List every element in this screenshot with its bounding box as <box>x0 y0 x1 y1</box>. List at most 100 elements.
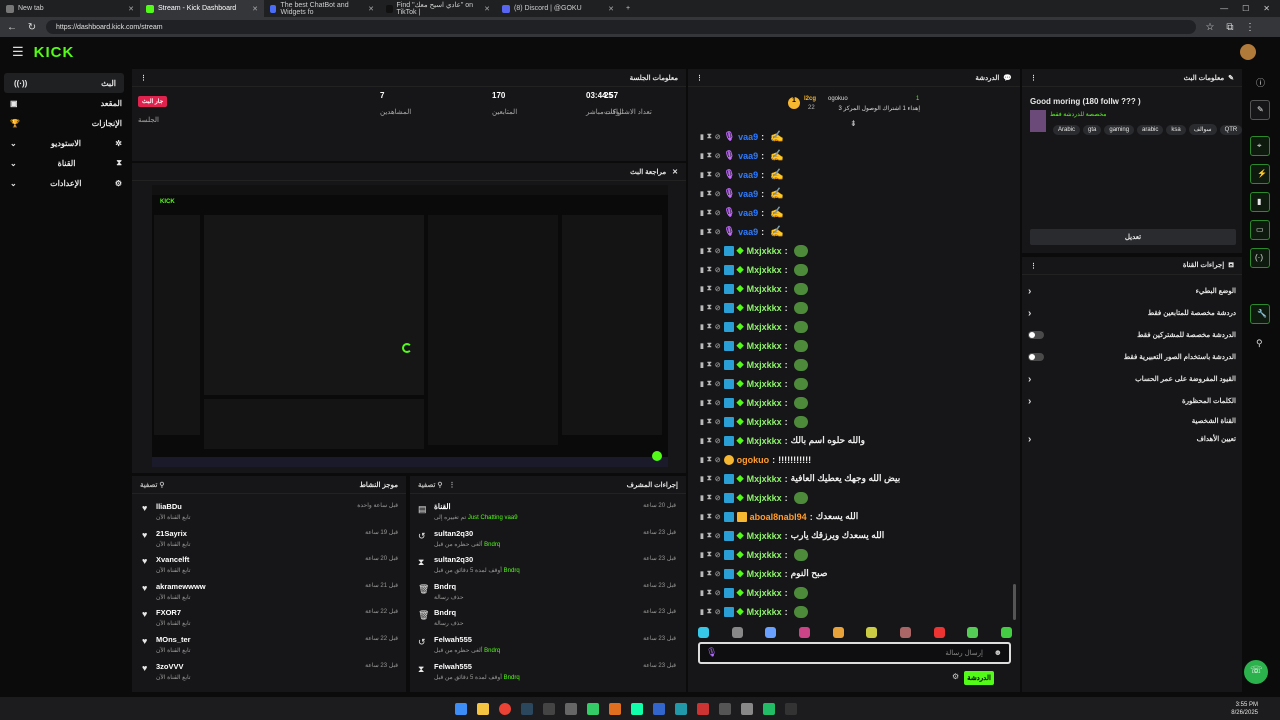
ban-icon[interactable]: ⊘ <box>715 266 721 274</box>
pin-msg-icon[interactable]: ▮ <box>700 342 704 350</box>
pin-msg-icon[interactable]: ▮ <box>700 532 704 540</box>
stream-tag[interactable]: Arabic <box>1053 125 1081 135</box>
ban-icon[interactable]: ⊘ <box>715 228 721 236</box>
ban-icon[interactable]: ⊘ <box>715 437 721 445</box>
channel-option[interactable]: › تعيين الأهداف <box>1028 429 1236 449</box>
chat-message[interactable]: ▮ ⧗ ⊘ ◆ Mxjxkkx: <box>700 412 808 431</box>
ban-icon[interactable]: ⊘ <box>715 551 721 559</box>
rail-button-2[interactable]: ⚡ <box>1250 164 1270 184</box>
ban-icon[interactable]: ⊘ <box>715 361 721 369</box>
emote-shortcut-icon[interactable] <box>698 627 709 638</box>
timeout-icon[interactable]: ⧗ <box>707 532 712 540</box>
steam-icon[interactable] <box>521 702 533 715</box>
chat-username[interactable]: vaa9 <box>738 170 758 180</box>
ban-icon[interactable]: ⊘ <box>715 532 721 540</box>
mod-action-item[interactable]: ⧗ Felwah555 أوقف لمدة 5 دقائق من قبل Bnd… <box>418 662 676 688</box>
activity-item[interactable]: ♥ MOns_ter تابع القناة الآن قبل 22 ساعة <box>142 635 398 661</box>
share-icon[interactable]: ⚲ <box>1256 338 1263 349</box>
timeout-icon[interactable]: ⧗ <box>707 494 712 502</box>
app-icon-1[interactable] <box>543 702 555 715</box>
activity-item[interactable]: ♥ Xvancelft تابع القناة الآن قبل 20 ساعة <box>142 555 398 581</box>
app-icon-5[interactable] <box>631 702 643 715</box>
chat-username[interactable]: Mxjxkkx <box>747 398 782 408</box>
chat-username[interactable]: Mxjxkkx <box>747 379 782 389</box>
ban-icon[interactable]: ⊘ <box>715 399 721 407</box>
stream-tag[interactable]: سوالف <box>1188 124 1217 135</box>
emote-shortcut-icon[interactable] <box>866 627 878 638</box>
chat-username[interactable]: Mxjxkkx <box>747 550 782 560</box>
channel-option[interactable]: › القيود المفروضة على عمر الحساب <box>1028 369 1236 389</box>
browser-tab-discord[interactable]: (8) Discord | @GOKU ✕ <box>496 0 620 17</box>
pin-msg-icon[interactable]: ▮ <box>700 589 704 597</box>
pin-msg-icon[interactable]: ▮ <box>700 247 704 255</box>
pin-msg-icon[interactable]: ▮ <box>700 380 704 388</box>
pencil-rail-button[interactable]: ✎ <box>1250 100 1270 120</box>
pin-msg-icon[interactable]: ▮ <box>700 228 704 236</box>
ban-icon[interactable]: ⊘ <box>715 380 721 388</box>
chat-message[interactable]: ▮ ⧗ ⊘ ◆ Mxjxkkx: الله يسعدك ويرزقك يارب <box>700 526 884 545</box>
pin-msg-icon[interactable]: ▮ <box>700 152 704 160</box>
channel-option[interactable]: › الكلمات المحظورة <box>1028 391 1236 411</box>
stream-tag[interactable]: gaming <box>1104 125 1135 135</box>
chat-message[interactable]: ▮ ⧗ ⊘ ◆ Mxjxkkx: <box>700 317 808 336</box>
mod-action-item[interactable]: ↺ sultan2q30 ألغى حظره من قبل Bndrq قبل … <box>418 529 676 555</box>
pin-msg-icon[interactable]: ▮ <box>700 513 704 521</box>
channel-option[interactable]: القناة الشخصية <box>1028 411 1236 431</box>
ban-icon[interactable]: ⊘ <box>715 494 721 502</box>
send-chat-button[interactable]: الدردشة <box>964 671 994 685</box>
pin-msg-icon[interactable]: ▮ <box>700 323 704 331</box>
emote-shortcut-icon[interactable] <box>731 627 743 638</box>
star-icon[interactable]: ☆ <box>1204 22 1216 33</box>
emote-shortcut-icon[interactable] <box>933 627 945 638</box>
sidebar-item-achievements[interactable]: الإنجازات 🏆 <box>0 113 130 133</box>
rail-button-1[interactable]: ⌖ <box>1250 136 1270 156</box>
sidebar-item-settings[interactable]: ⌄ الإعدادات ⚙ <box>0 173 130 193</box>
option-toggle[interactable] <box>1028 353 1044 361</box>
timeout-icon[interactable]: ⧗ <box>707 323 712 331</box>
timeout-icon[interactable]: ⧗ <box>707 608 712 616</box>
timeout-icon[interactable]: ⧗ <box>707 247 712 255</box>
browser-tab-tiktok[interactable]: Find "عادي اسيح معك" on TikTok | ✕ <box>380 0 496 17</box>
more-icon[interactable]: ⋮ <box>696 74 703 82</box>
ban-icon[interactable]: ⊘ <box>715 418 721 426</box>
maximize-icon[interactable]: ☐ <box>1242 4 1249 13</box>
pin-msg-icon[interactable]: ▮ <box>700 570 704 578</box>
taskbar-clock[interactable]: 3:55 PM 8/26/2025 <box>1231 701 1258 717</box>
ban-icon[interactable]: ⊘ <box>715 342 721 350</box>
app-icon-9[interactable] <box>719 702 731 715</box>
chat-message[interactable]: ▮ ⧗ ⊘ ◆ Mxjxkkx: <box>700 260 808 279</box>
kick-logo[interactable]: KICK <box>34 44 75 61</box>
close-window-icon[interactable]: ✕ <box>1263 4 1270 13</box>
pin-msg-icon[interactable]: ▮ <box>700 418 704 426</box>
stream-tag[interactable]: gta <box>1083 125 1102 135</box>
timeout-icon[interactable]: ⧗ <box>707 513 712 521</box>
ban-icon[interactable]: ⊘ <box>715 456 721 464</box>
sidebar-item-studio[interactable]: ⌄ الاستوديو ✲ <box>0 133 130 153</box>
chat-username[interactable]: aboal8nabl94 <box>750 512 807 522</box>
pin-msg-icon[interactable]: ▮ <box>700 209 704 217</box>
chat-message[interactable]: ▮ ⧗ ⊘ ◆ Mxjxkkx: بيض الله وجهك يعطيك الع… <box>700 469 900 488</box>
stream-tag[interactable]: arabic <box>1137 125 1164 135</box>
timeout-icon[interactable]: ⧗ <box>707 228 712 236</box>
chat-message[interactable]: ▮ ⧗ ⊘ ◆ Mxjxkkx: <box>700 279 808 298</box>
chat-settings-gear-icon[interactable]: ⚙ <box>952 672 959 681</box>
chat-username[interactable]: Mxjxkkx <box>747 531 782 541</box>
more-icon[interactable]: ⋮ <box>140 74 147 82</box>
reload-icon[interactable]: ↻ <box>26 22 38 33</box>
ban-icon[interactable]: ⊘ <box>715 152 721 160</box>
app-icon-2[interactable] <box>565 702 577 715</box>
pinned-gift[interactable]: 1 l2cg 22 ogokuo إهداء 1 اشتراك الوصول ا… <box>788 95 922 117</box>
emote-shortcut-icon[interactable] <box>899 627 911 638</box>
channel-option[interactable]: الدردشة مخصصة للمشتركين فقط <box>1028 325 1236 345</box>
ban-icon[interactable]: ⊘ <box>715 513 721 521</box>
pin-msg-icon[interactable]: ▮ <box>700 437 704 445</box>
chat-message[interactable]: ▮ ⧗ ⊘ ◆ Mxjxkkx: <box>700 393 808 412</box>
ban-icon[interactable]: ⊘ <box>715 171 721 179</box>
chat-username[interactable]: vaa9 <box>738 208 758 218</box>
close-tab-icon[interactable]: ✕ <box>484 5 490 13</box>
ban-icon[interactable]: ⊘ <box>715 475 721 483</box>
close-tab-icon[interactable]: ✕ <box>128 5 134 13</box>
option-toggle[interactable] <box>1028 331 1044 339</box>
chat-username[interactable]: vaa9 <box>738 189 758 199</box>
mod-filter[interactable]: ⚲ تصفية <box>418 481 443 489</box>
